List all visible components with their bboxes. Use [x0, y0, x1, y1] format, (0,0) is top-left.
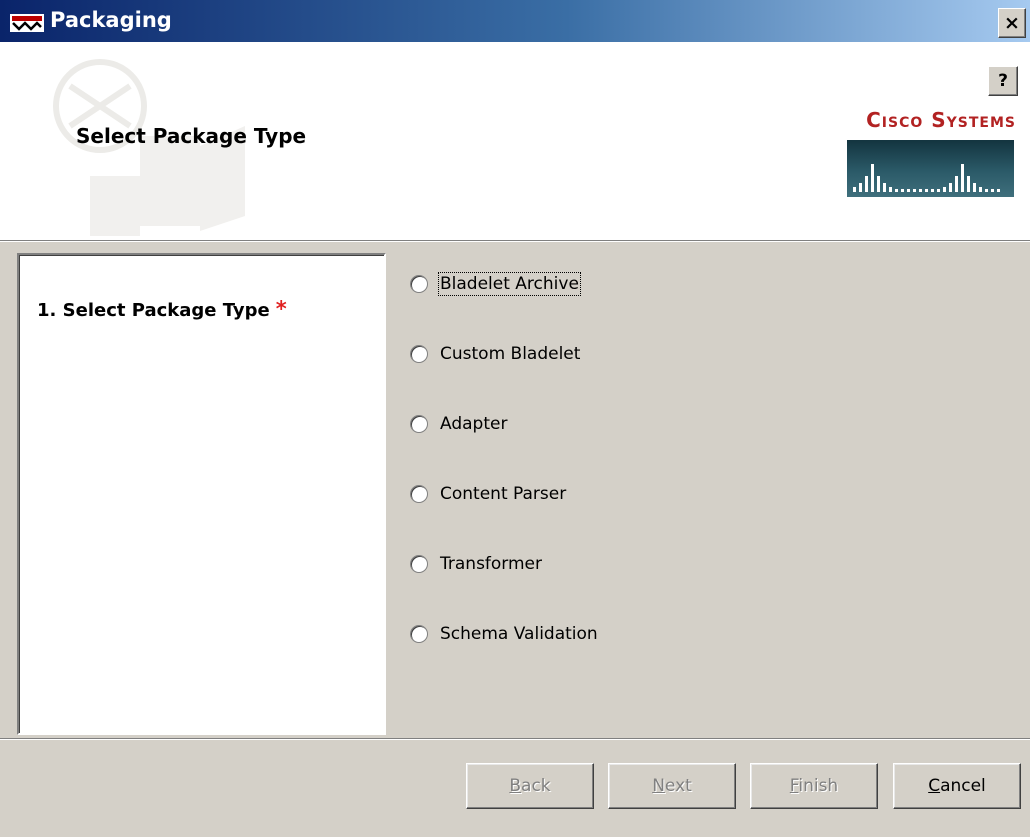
- steps-panel: 1. Select Package Type *: [17, 253, 386, 735]
- required-marker: *: [275, 297, 287, 321]
- radio-button[interactable]: [410, 485, 428, 503]
- window-title: Packaging: [50, 8, 172, 32]
- option-schema-validation[interactable]: Schema Validation: [410, 619, 598, 649]
- packaging-dialog: Packaging × Select Package Type ? Cisco …: [0, 0, 1030, 837]
- option-label: Custom Bladelet: [440, 344, 581, 364]
- header-separator: [0, 240, 1030, 242]
- help-button[interactable]: ?: [988, 66, 1018, 96]
- step-number: 1.: [37, 300, 57, 321]
- option-transformer[interactable]: Transformer: [410, 549, 542, 579]
- back-button[interactable]: Back: [466, 763, 594, 809]
- finish-button[interactable]: Finish: [750, 763, 878, 809]
- title-bar[interactable]: Packaging ×: [0, 0, 1030, 42]
- radio-button[interactable]: [410, 275, 428, 293]
- step-label: Select Package Type: [62, 300, 270, 321]
- radio-button[interactable]: [410, 555, 428, 573]
- option-content-parser[interactable]: Content Parser: [410, 479, 566, 509]
- next-button[interactable]: Next: [608, 763, 736, 809]
- header-banner: Select Package Type ? Cisco Systems: [0, 42, 1030, 240]
- option-label: Schema Validation: [440, 624, 598, 644]
- app-icon: [10, 14, 44, 32]
- close-icon: ×: [1004, 12, 1020, 34]
- option-label: Adapter: [440, 414, 508, 434]
- radio-button[interactable]: [410, 625, 428, 643]
- option-label: Bladelet Archive: [438, 272, 581, 296]
- radio-button[interactable]: [410, 415, 428, 433]
- close-button[interactable]: ×: [998, 8, 1026, 38]
- option-bladelet-archive[interactable]: Bladelet Archive: [410, 269, 581, 299]
- option-label: Content Parser: [440, 484, 567, 504]
- cisco-logo-bars-icon: [847, 140, 1014, 197]
- option-custom-bladelet[interactable]: Custom Bladelet: [410, 339, 580, 369]
- cisco-logo-text: Cisco Systems: [866, 108, 1016, 132]
- radio-button[interactable]: [410, 345, 428, 363]
- help-icon: ?: [998, 71, 1008, 91]
- step-item-select-package-type[interactable]: 1. Select Package Type *: [37, 297, 287, 321]
- page-heading: Select Package Type: [76, 124, 307, 148]
- cancel-button[interactable]: Cancel: [893, 763, 1021, 809]
- option-adapter[interactable]: Adapter: [410, 409, 507, 439]
- footer-separator: [0, 738, 1030, 740]
- option-label: Transformer: [440, 554, 543, 574]
